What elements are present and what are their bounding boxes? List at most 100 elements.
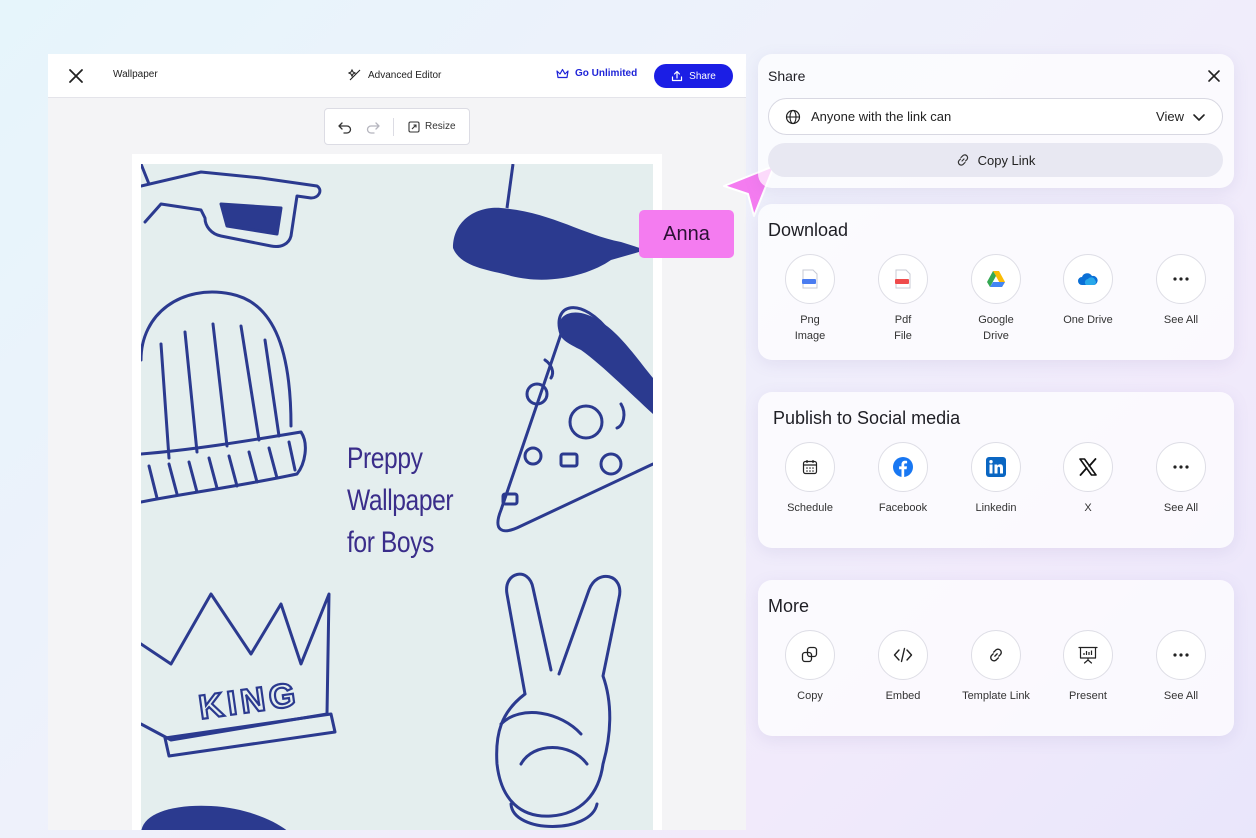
document-title[interactable]: Wallpaper [113,69,158,80]
go-unlimited-label: Go Unlimited [575,68,638,79]
editor-window: Wallpaper Advanced Editor Go Unlimited S… [48,54,746,830]
globe-icon [785,109,801,124]
linkedin-label: Linkedin [975,502,1017,514]
close-icon[interactable] [66,66,86,86]
undo-icon[interactable] [337,119,353,135]
linkedin-button[interactable]: Linkedin [950,442,1042,516]
x-button[interactable]: X [1042,442,1134,516]
collaborator-name-tag: Anna [639,210,734,258]
schedule-label: Schedule [787,502,833,514]
embed-button[interactable]: Embed [857,630,949,704]
canvas-toolbar: Resize [324,108,470,145]
present-button[interactable]: Present [1042,630,1134,704]
present-label: Present [1069,690,1107,702]
download-options: Png Image Pdf File Google Drive One Driv… [758,254,1234,354]
google-drive-button[interactable]: Google Drive [950,254,1042,344]
facebook-icon [893,457,913,477]
png-file-icon [802,269,818,289]
present-circle [1063,630,1113,680]
calendar-icon [802,460,818,475]
template-link-label: Template Link [962,690,1030,702]
more-icon [1173,277,1189,281]
pdf-file-icon [895,269,911,289]
x-label: X [1084,502,1092,514]
baseball-cap-doodle [453,207,646,280]
template-link-button[interactable]: Template Link [950,630,1042,704]
resize-label: Resize [425,121,456,132]
peace-hand-doodle [495,572,622,828]
download-see-all-button[interactable]: See All [1135,254,1227,328]
google-drive-label: Google Drive [978,314,1014,342]
linkedin-circle [971,442,1021,492]
social-see-all-button[interactable]: See All [1135,442,1227,516]
more-see-all-circle [1156,630,1206,680]
copy-button[interactable]: Copy [764,630,856,704]
permission-label: Anyone with the link can [811,109,952,124]
bottom-blob-doodle [141,805,287,830]
social-options: Schedule Facebook Linkedin X See All [758,442,1234,542]
poster-title[interactable]: Preppy Wallpaper for Boys [347,438,511,564]
advanced-editor-button[interactable]: Advanced Editor [348,68,441,82]
download-pdf-label: Pdf File [894,314,912,342]
beanie-doodle [141,290,307,504]
go-unlimited-button[interactable]: Go Unlimited [556,68,637,79]
onedrive-icon [1078,273,1098,285]
link-permission-select[interactable]: Anyone with the link can View [768,98,1223,135]
resize-button[interactable]: Resize [408,120,456,133]
google-drive-icon [987,271,1005,287]
advanced-editor-label: Advanced Editor [368,69,442,81]
poster-title-line-2: Wallpaper [347,484,454,517]
linkedin-icon [986,457,1006,477]
facebook-label: Facebook [878,502,928,514]
share-panel: Share Anyone with the link can View Copy… [758,54,1234,188]
social-see-all-circle [1156,442,1206,492]
download-pdf-circle [878,254,928,304]
facebook-button[interactable]: Facebook [857,442,949,516]
more-title: More [768,596,810,616]
social-see-all-label: See All [1163,502,1199,514]
link-icon [957,154,968,166]
code-icon [893,647,913,663]
copy-link-button[interactable]: Copy Link [768,143,1223,177]
share-panel-title: Share [768,68,806,84]
download-see-all-circle [1156,254,1206,304]
download-see-all-label: See All [1163,314,1199,326]
google-drive-circle [971,254,1021,304]
resize-icon [408,120,420,133]
copy-link-label: Copy Link [977,152,1036,168]
more-see-all-label: See All [1163,690,1199,702]
share-button-label: Share [689,70,716,82]
redo-icon[interactable] [365,119,381,135]
canvas-frame: KING Preppy Wallpaper for Boys [132,154,662,830]
onedrive-label: One Drive [1063,314,1113,326]
magic-tools-icon [348,68,361,81]
onedrive-button[interactable]: One Drive [1042,254,1134,328]
copy-circle [785,630,835,680]
embed-label: Embed [885,690,921,702]
share-button[interactable]: Share [654,64,733,88]
editor-topbar: Wallpaper Advanced Editor Go Unlimited S… [48,54,746,98]
sunglasses-doodle [141,164,322,248]
copy-icon [801,646,818,663]
more-panel: More Copy Embed Template Link Present Se… [758,580,1234,736]
pizza-crust-doodle [558,312,653,414]
crown-icon [556,68,569,79]
link-icon [990,648,1002,662]
download-png-button[interactable]: Png Image [764,254,856,344]
download-pdf-button[interactable]: Pdf File [857,254,949,344]
onedrive-circle [1063,254,1113,304]
download-title: Download [768,220,849,240]
template-link-circle [971,630,1021,680]
close-icon[interactable] [1206,68,1222,84]
more-icon [1173,653,1189,657]
upload-icon [672,70,683,82]
download-png-label: Png Image [794,314,826,342]
more-see-all-button[interactable]: See All [1135,630,1227,704]
schedule-button[interactable]: Schedule [764,442,856,516]
download-panel: Download Png Image Pdf File Google Drive… [758,204,1234,360]
permission-value: View [1156,109,1184,124]
design-canvas[interactable]: KING Preppy Wallpaper for Boys [141,164,653,830]
download-png-circle [785,254,835,304]
crown-doodle [141,592,337,758]
embed-circle [878,630,928,680]
